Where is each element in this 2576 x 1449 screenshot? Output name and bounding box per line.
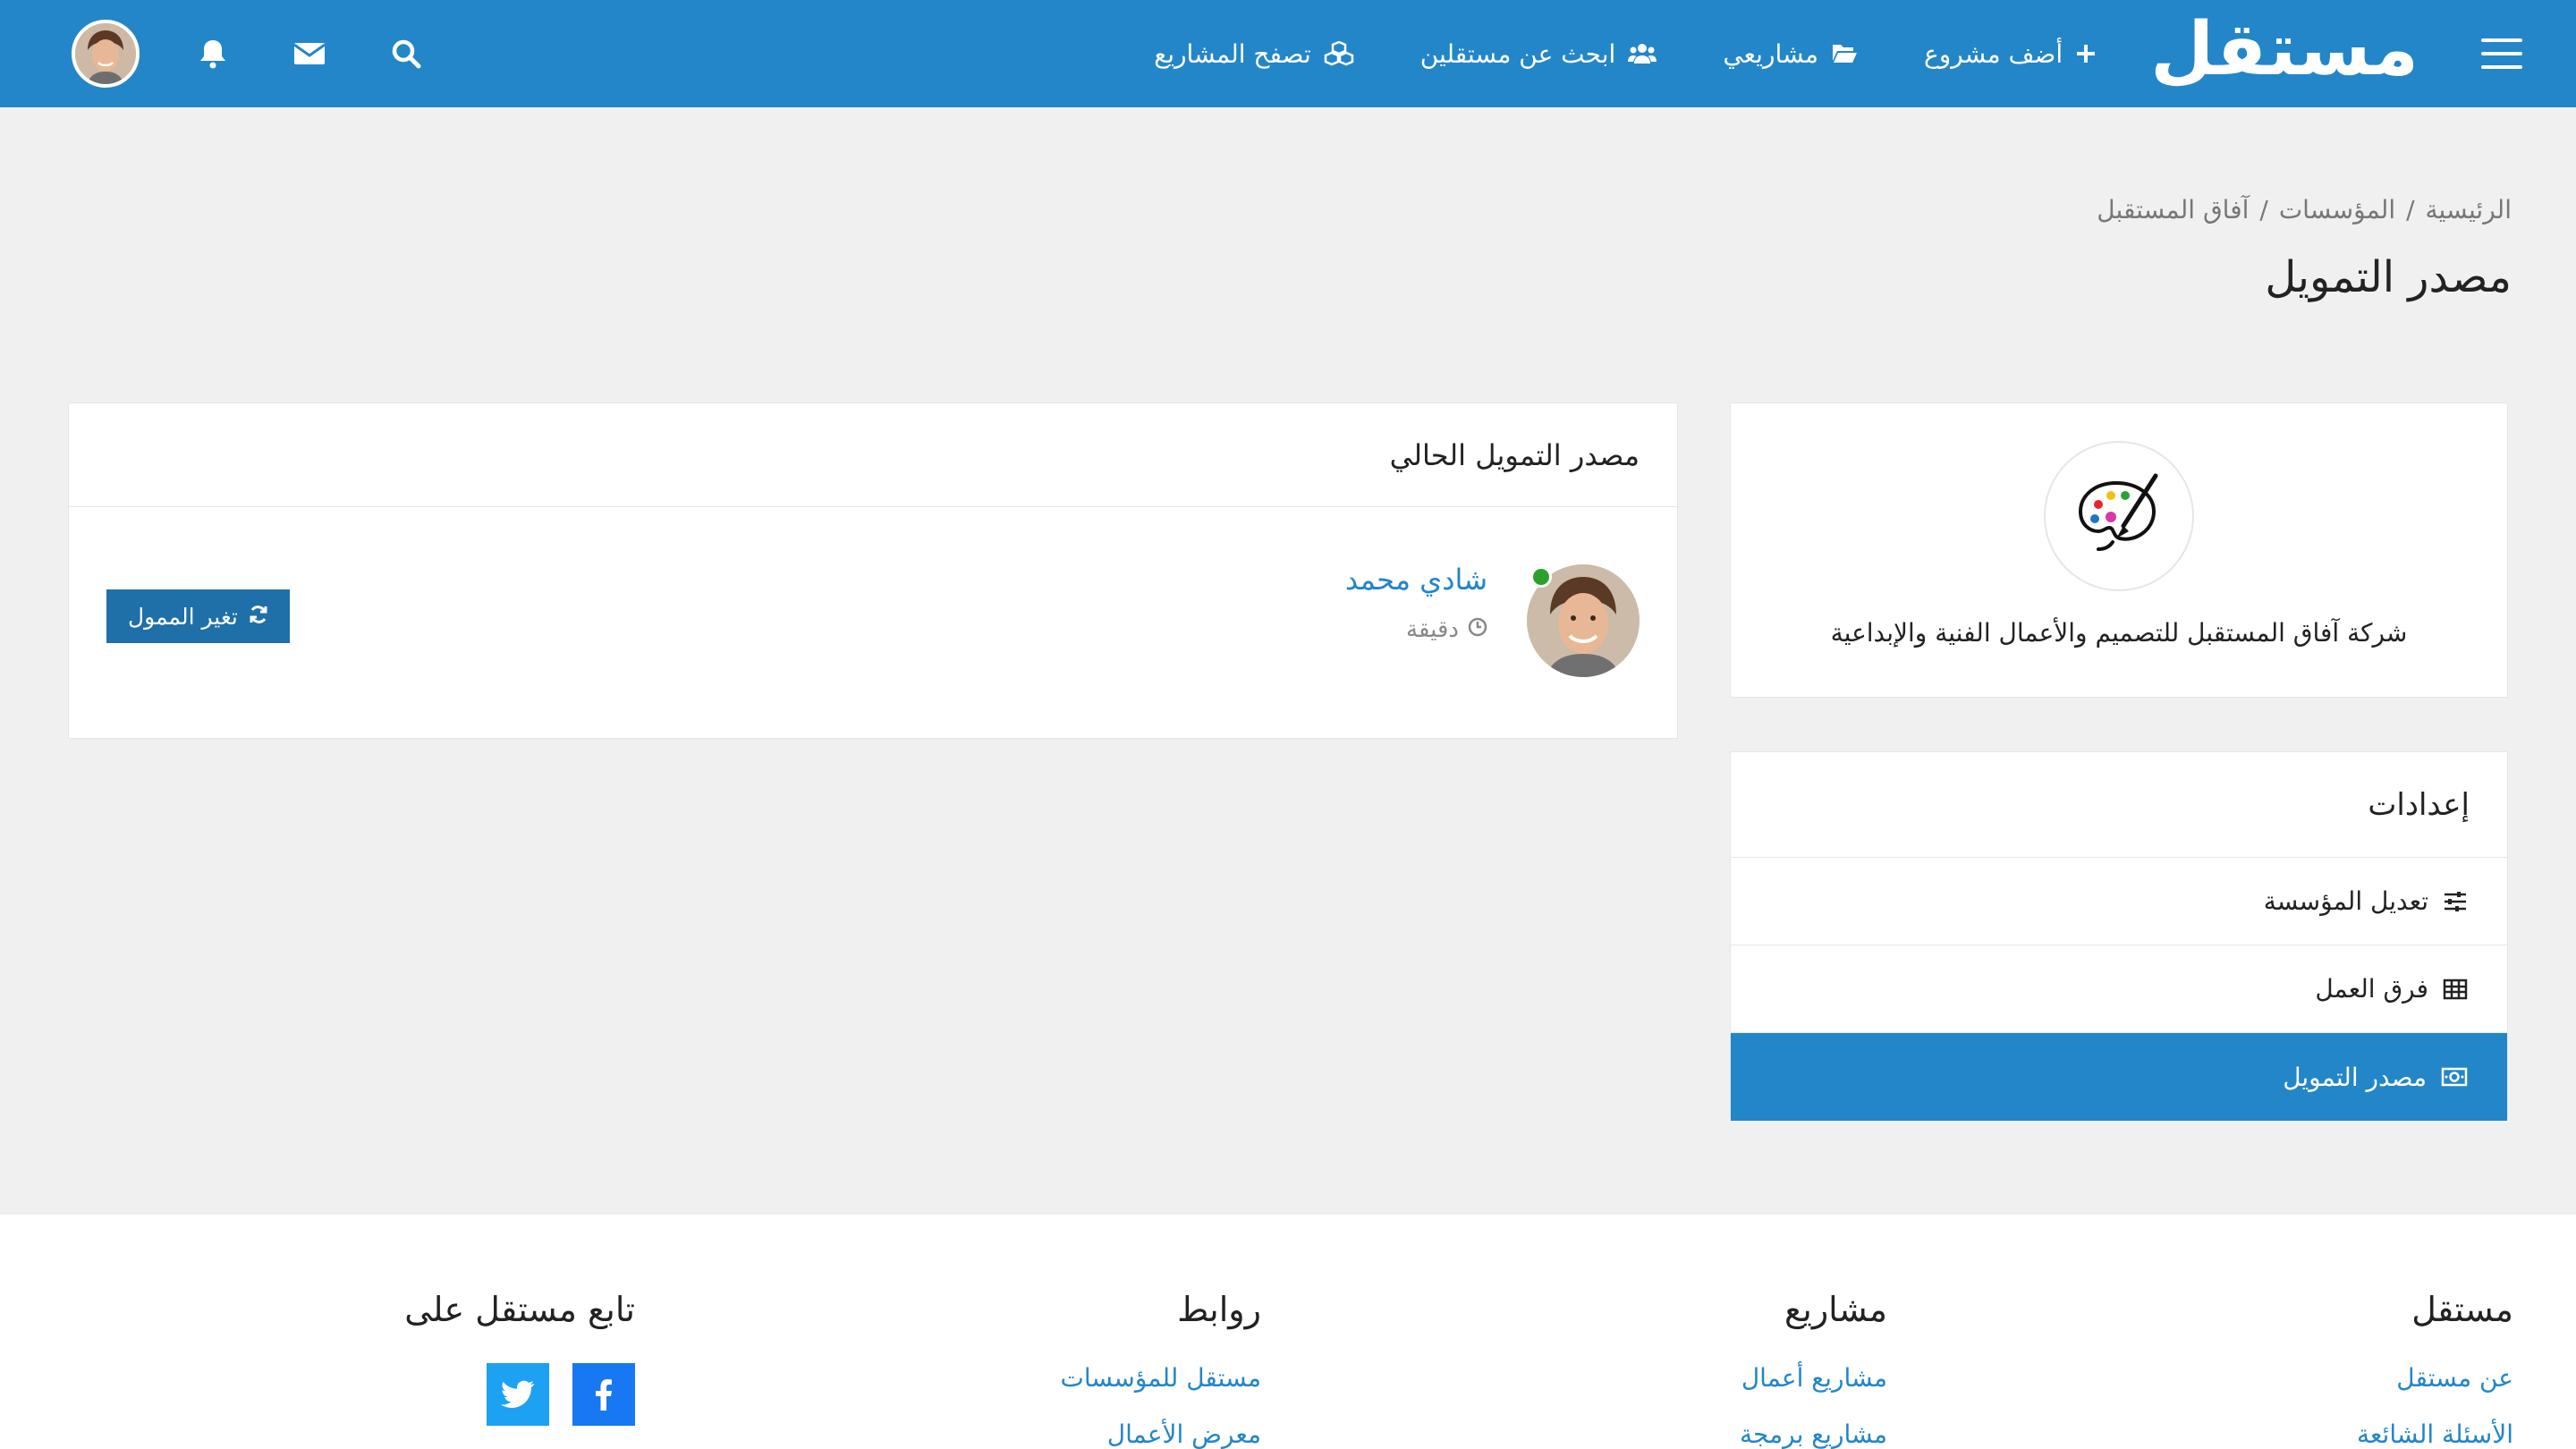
logo[interactable]: مستقل — [2150, 13, 2420, 87]
change-funder-label: تغير الممول — [128, 603, 238, 630]
footer-link[interactable]: الأسئلة الشائعة — [2357, 1419, 2513, 1449]
nav-find-freelancers[interactable]: ابحث عن مستقلين — [1420, 39, 1657, 69]
breadcrumb-home[interactable]: الرئيسية — [2426, 195, 2512, 225]
settings-item-funding-source[interactable]: مصدر التمويل — [1731, 1033, 2507, 1121]
menu-icon[interactable] — [2481, 38, 2522, 69]
breadcrumb-current[interactable]: آفاق المستقبل — [2097, 195, 2249, 225]
settings-item-teams[interactable]: فرق العمل — [1731, 945, 2507, 1033]
social-links — [404, 1363, 635, 1426]
nav-find-freelancers-label: ابحث عن مستقلين — [1419, 38, 1616, 69]
online-status-indicator — [1530, 566, 1552, 588]
sliders-icon — [2443, 891, 2468, 912]
funder-info: شادي محمد دقيقة — [1345, 563, 1487, 643]
footer-link[interactable]: مشاريع أعمال — [1740, 1363, 1887, 1393]
breadcrumb-separator: / — [2406, 195, 2415, 225]
settings-card: إعدادات تعديل المؤسسة فرق العمل مصدر الت… — [1730, 751, 2508, 1121]
funder-last-seen-text: دقيقة — [1406, 616, 1459, 643]
mail-icon[interactable] — [292, 36, 327, 72]
footer-col-mostaql: مستقل عن مستقل الأسئلة الشائعة — [2357, 1290, 2513, 1449]
settings-item-label: مصدر التمويل — [2283, 1062, 2427, 1092]
change-funder-button[interactable]: تغير الممول — [106, 589, 290, 643]
footer-col-links: روابط مستقل للمؤسسات معرض الأعمال — [1061, 1290, 1261, 1449]
twitter-icon[interactable] — [487, 1363, 549, 1426]
footer-col-title: روابط — [1177, 1290, 1261, 1329]
money-icon — [2441, 1067, 2468, 1087]
search-icon[interactable] — [388, 36, 424, 72]
breadcrumb-orgs[interactable]: المؤسسات — [2279, 195, 2395, 225]
page-title: مصدر التمويل — [2265, 252, 2512, 302]
settings-item-label: تعديل المؤسسة — [2263, 886, 2428, 916]
cubes-icon — [1324, 41, 1354, 66]
breadcrumb-separator: / — [2259, 195, 2268, 225]
users-icon — [1628, 42, 1657, 65]
footer-col-projects: مشاريع مشاريع أعمال مشاريع برمجة — [1740, 1290, 1887, 1449]
funder-last-seen: دقيقة — [1345, 616, 1487, 643]
nav-browse-projects-label: تصفح المشاريع — [1154, 38, 1311, 69]
footer-col-follow: تابع مستقل على — [404, 1290, 635, 1426]
settings-item-edit-org[interactable]: تعديل المؤسسة — [1731, 858, 2507, 945]
funder-name-link[interactable]: شادي محمد — [1345, 563, 1487, 597]
footer-link[interactable]: عن مستقل — [2357, 1363, 2513, 1393]
nav-links: أضف مشروع مشاريعي ابحث عن مستقلين تصفح ا… — [1088, 39, 2097, 69]
palette-icon — [2044, 441, 2194, 591]
breadcrumb: الرئيسية / المؤسسات / آفاق المستقبل — [2097, 195, 2512, 225]
refresh-icon — [249, 604, 268, 630]
clock-icon — [1468, 616, 1487, 643]
nav-my-projects-label: مشاريعي — [1723, 38, 1818, 69]
folder-open-icon — [1831, 43, 1858, 64]
settings-item-label: فرق العمل — [2315, 974, 2428, 1004]
bell-icon[interactable] — [195, 36, 231, 72]
nav-add-project[interactable]: أضف مشروع — [1924, 39, 2097, 69]
footer-col-title: مشاريع — [1784, 1290, 1887, 1329]
nav-utilities — [72, 20, 424, 88]
plus-icon — [2075, 43, 2097, 64]
footer-col-title: مستقل — [2411, 1290, 2513, 1329]
footer: مستقل عن مستقل الأسئلة الشائعة مشاريع مش… — [0, 1215, 2576, 1449]
footer-link[interactable]: مشاريع برمجة — [1740, 1419, 1887, 1449]
current-funding-card: مصدر التمويل الحالي شادي محمد دقيقة تغير… — [68, 402, 1678, 739]
org-name: شركة آفاق المستقبل للتصميم والأعمال الفن… — [1830, 618, 2408, 648]
nav-my-projects[interactable]: مشاريعي — [1723, 39, 1858, 69]
table-icon — [2443, 979, 2468, 1000]
user-avatar[interactable] — [72, 20, 140, 88]
nav-browse-projects[interactable]: تصفح المشاريع — [1154, 39, 1353, 69]
footer-col-title: تابع مستقل على — [404, 1290, 635, 1329]
org-card: شركة آفاق المستقبل للتصميم والأعمال الفن… — [1730, 402, 2508, 698]
top-navbar: مستقل أضف مشروع مشاريعي ابحث عن مستقلين … — [0, 0, 2576, 107]
funding-card-header: مصدر التمويل الحالي — [69, 403, 1677, 507]
settings-title: إعدادات — [1731, 752, 2507, 858]
footer-link[interactable]: مستقل للمؤسسات — [1061, 1363, 1261, 1393]
nav-add-project-label: أضف مشروع — [1924, 38, 2063, 69]
footer-link[interactable]: معرض الأعمال — [1061, 1419, 1261, 1449]
facebook-icon[interactable] — [572, 1363, 635, 1426]
